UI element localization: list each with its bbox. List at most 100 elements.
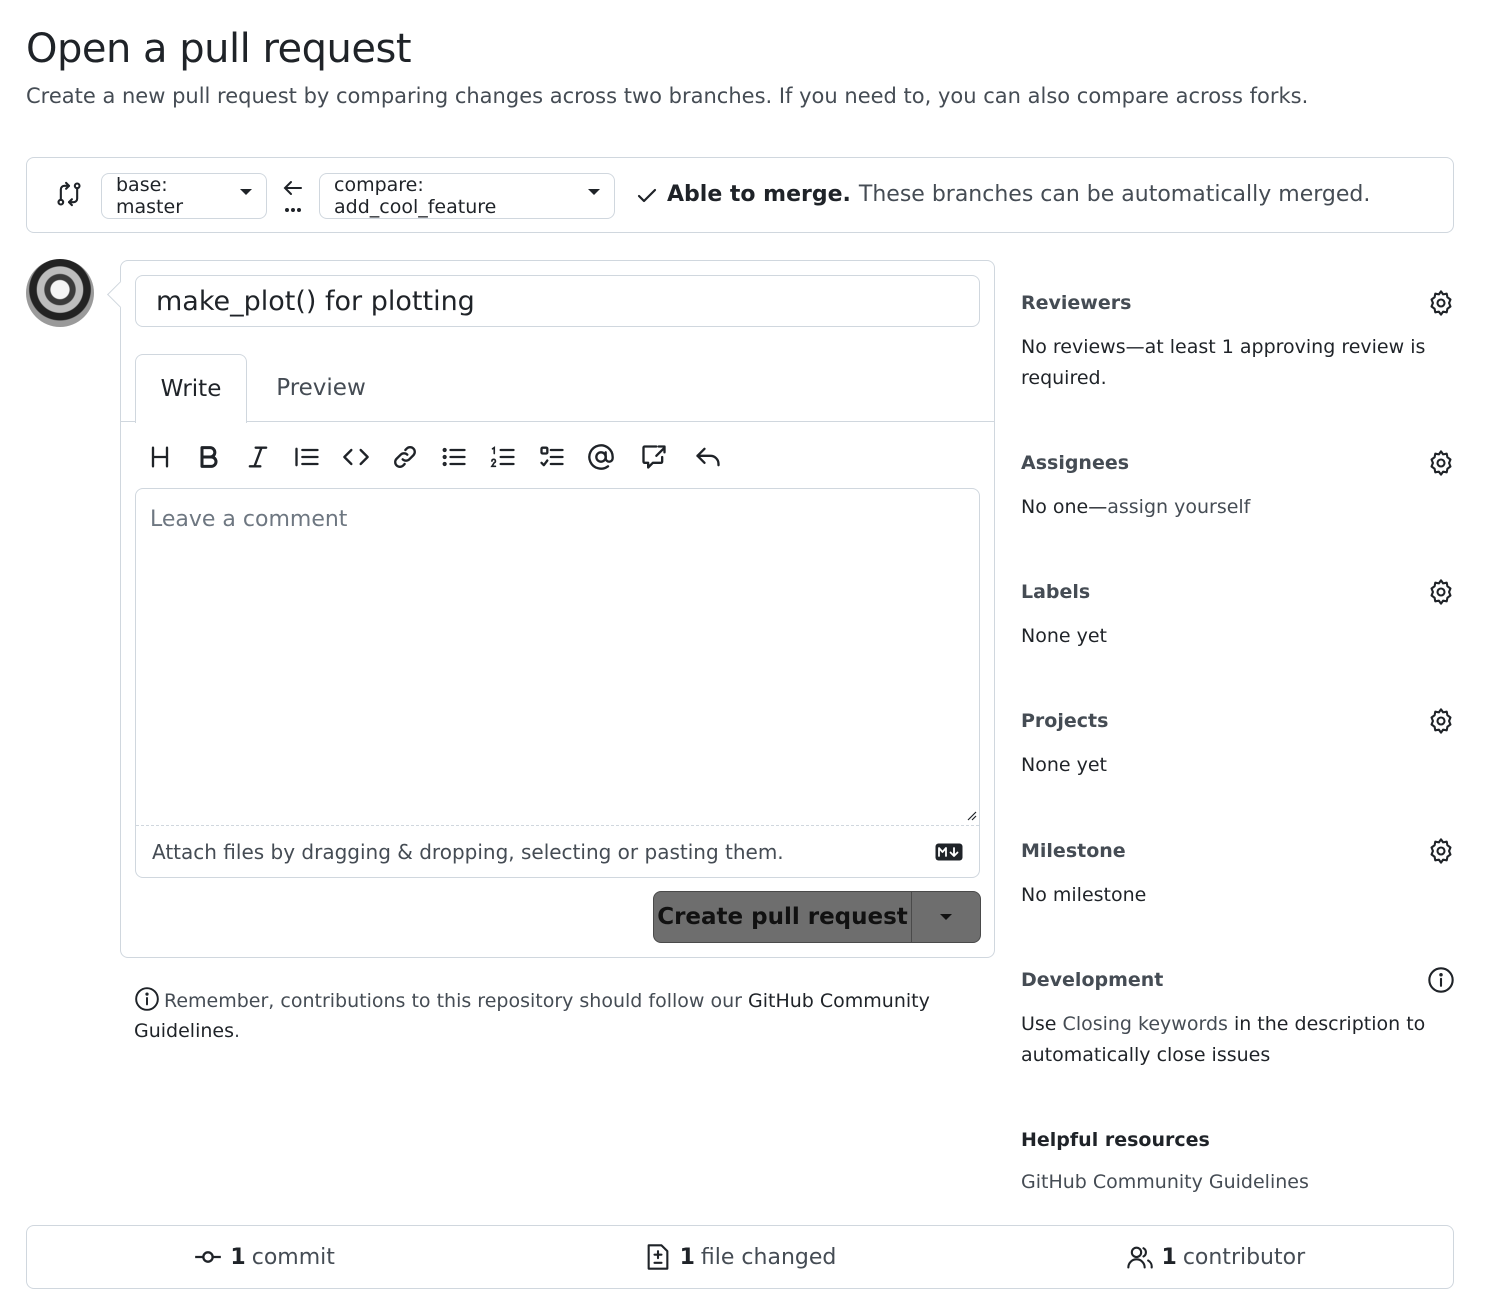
link-icon (393, 446, 416, 468)
heading-button[interactable] (135, 437, 184, 477)
link-button[interactable] (380, 437, 429, 477)
labels-heading: Labels (1021, 581, 1091, 603)
info-icon[interactable] (1427, 966, 1455, 994)
page-subtitle: Create a new pull request by comparing c… (26, 84, 1309, 108)
ordered-list-button[interactable] (478, 437, 527, 477)
development-heading: Development (1021, 969, 1164, 991)
sidebar-helpful-resources: Helpful resources GitHub Community Guide… (1021, 1125, 1455, 1198)
reminder-text: Remember, contributions to this reposito… (164, 990, 748, 1012)
cross-reference-icon (642, 445, 666, 469)
code-button[interactable] (331, 437, 380, 477)
people-icon (1126, 1246, 1153, 1269)
assign-yourself-link[interactable]: assign yourself (1107, 496, 1250, 518)
commits-count: 1 (230, 1244, 246, 1270)
task-list-button[interactable] (527, 437, 576, 477)
gear-icon[interactable] (1427, 289, 1455, 317)
mention-icon (587, 444, 614, 470)
mention-button[interactable] (576, 437, 625, 477)
development-prefix: Use (1021, 1013, 1063, 1035)
sidebar-development: Development Use Closing keywords in the … (1021, 965, 1455, 1071)
projects-value: None yet (1021, 754, 1107, 776)
reminder-suffix: . (233, 1020, 241, 1042)
git-compare-icon (57, 181, 81, 207)
chevron-down-icon (240, 189, 252, 195)
files-changed-tab[interactable]: 1 file changed (502, 1226, 977, 1288)
compare-branch-select[interactable]: compare: add_cool_feature (319, 173, 615, 219)
tab-preview[interactable]: Preview (261, 354, 381, 422)
italic-button[interactable] (233, 437, 282, 477)
gear-icon[interactable] (1427, 707, 1455, 735)
merge-status-label: Able to merge. (667, 182, 851, 207)
branch-range-bar: base: master compare: add_cool_feature A… (26, 157, 1454, 233)
file-attachment-bar[interactable]: Attach files by dragging & dropping, sel… (136, 825, 979, 877)
contributors-count: 1 (1161, 1244, 1177, 1270)
quote-icon (294, 447, 319, 467)
info-icon (135, 987, 159, 1011)
files-count: 1 (679, 1244, 695, 1270)
attach-files-text: Attach files by dragging & dropping, sel… (152, 839, 784, 864)
reviewers-heading: Reviewers (1021, 292, 1132, 314)
files-label: file changed (700, 1244, 837, 1270)
assignees-value: No one— (1021, 496, 1108, 518)
commits-tab[interactable]: 1 commit (27, 1226, 502, 1288)
unordered-list-icon (442, 447, 466, 467)
avatar[interactable] (26, 259, 94, 327)
sidebar-assignees: Assignees No one—assign yourself (1021, 448, 1455, 523)
heading-icon (151, 446, 168, 468)
projects-heading: Projects (1021, 710, 1109, 732)
bold-icon (199, 446, 217, 468)
sidebar-projects: Projects None yet (1021, 706, 1455, 781)
base-branch-label: base: master (116, 174, 184, 218)
sidebar-reviewers: Reviewers No reviews—at least 1 approvin… (1021, 288, 1455, 394)
bold-button[interactable] (184, 437, 233, 477)
file-diff-icon (647, 1244, 668, 1270)
base-branch-select[interactable]: base: master (101, 173, 267, 219)
chevron-down-icon (588, 189, 600, 195)
italic-icon (248, 446, 267, 468)
commits-label: commit (251, 1244, 335, 1270)
sidebar-milestone: Milestone No milestone (1021, 836, 1455, 911)
pull-request-form: Write Preview (120, 260, 995, 958)
cross-reference-button[interactable] (625, 437, 683, 477)
markdown-icon[interactable] (935, 843, 963, 861)
gear-icon[interactable] (1427, 837, 1455, 865)
compare-branch-label: compare: add_cool_feature (334, 174, 497, 218)
helpful-resources-heading: Helpful resources (1021, 1129, 1210, 1151)
reviewers-value: No reviews—at least 1 approving review i… (1021, 336, 1426, 389)
unordered-list-button[interactable] (429, 437, 478, 477)
comment-area: Attach files by dragging & dropping, sel… (135, 488, 980, 878)
milestone-value: No milestone (1021, 884, 1147, 906)
tab-write[interactable]: Write (135, 354, 247, 423)
contributors-tab[interactable]: 1 contributor (978, 1226, 1453, 1288)
task-list-icon (539, 446, 564, 467)
chevron-down-icon (940, 914, 952, 920)
gear-icon[interactable] (1427, 449, 1455, 477)
reply-icon (695, 447, 720, 467)
resize-handle-icon[interactable] (965, 809, 977, 821)
labels-value: None yet (1021, 625, 1107, 647)
sidebar-labels: Labels None yet (1021, 577, 1455, 652)
editor-tabs: Write Preview (121, 354, 994, 423)
code-icon (342, 448, 369, 466)
closing-keywords-link[interactable]: Closing keywords (1063, 1013, 1228, 1035)
quote-button[interactable] (282, 437, 331, 477)
milestone-heading: Milestone (1021, 840, 1126, 862)
create-options-dropdown[interactable] (912, 892, 980, 942)
resources-guidelines-link[interactable]: GitHub Community Guidelines (1021, 1171, 1309, 1193)
merge-status: Able to merge. These branches can be aut… (635, 182, 1370, 207)
title-input[interactable] (135, 275, 980, 327)
contributors-label: contributor (1182, 1244, 1306, 1270)
merge-status-description: These branches can be automatically merg… (858, 182, 1371, 207)
markdown-toolbar (135, 431, 732, 483)
check-icon (637, 188, 657, 202)
commit-icon (195, 1251, 222, 1263)
create-pull-request-button-group: Create pull request (653, 891, 981, 943)
reply-button[interactable] (683, 437, 732, 477)
comparison-summary: 1 commit 1 file changed 1 contributor (26, 1225, 1454, 1289)
assignees-heading: Assignees (1021, 452, 1130, 474)
create-pull-request-button[interactable]: Create pull request (654, 892, 912, 942)
comment-textarea[interactable] (136, 489, 979, 825)
ordered-list-icon (489, 446, 515, 468)
gear-icon[interactable] (1427, 578, 1455, 606)
arrow-left-icon (283, 181, 302, 212)
